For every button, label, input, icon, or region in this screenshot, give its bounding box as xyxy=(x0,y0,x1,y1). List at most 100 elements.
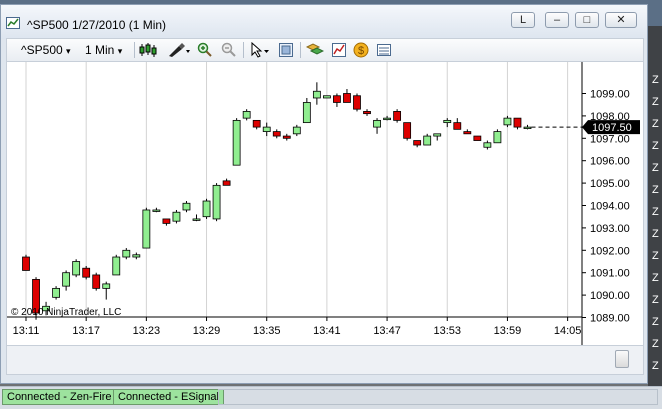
chevron-down-icon: ▾ xyxy=(66,46,71,56)
candle-body xyxy=(423,135,432,146)
candle-body xyxy=(493,131,502,144)
price-chart[interactable]: 13:11 13:17 13:23 13:29 13:35 13:41 13:47 13:53… xyxy=(6,62,644,345)
x-tick-label: 13:17 xyxy=(72,325,100,337)
candle-body xyxy=(22,256,30,271)
edge-letter: Z xyxy=(652,118,659,130)
data-box-icon[interactable] xyxy=(278,42,294,58)
restore-button[interactable]: □ xyxy=(575,12,599,28)
candle-body xyxy=(443,119,452,124)
candle-body xyxy=(182,202,191,211)
edge-letter: Z xyxy=(652,162,659,174)
drawing-tools-icon[interactable] xyxy=(167,42,191,58)
candle-body xyxy=(363,111,371,115)
candle-body xyxy=(232,119,241,166)
pointer-tool-icon[interactable] xyxy=(249,42,271,58)
candle-body xyxy=(433,133,442,137)
candle-body xyxy=(523,126,532,129)
x-tick-label: 13:11 xyxy=(13,325,40,337)
scrollbar-thumb[interactable] xyxy=(615,350,629,368)
candle-body xyxy=(92,274,101,289)
candle-body xyxy=(112,256,121,276)
x-tick-label: 13:23 xyxy=(133,325,161,337)
x-tick-label: 13:29 xyxy=(193,325,221,337)
link-button[interactable]: L xyxy=(511,12,535,28)
toolbar-separator xyxy=(300,42,301,58)
y-tick-label: 1091.00 xyxy=(590,268,630,280)
candle-body xyxy=(353,95,361,110)
edge-letter: Z xyxy=(652,272,659,284)
candle-body xyxy=(52,287,60,298)
x-tick-label: 13:35 xyxy=(253,325,281,337)
minimize-button[interactable]: – xyxy=(545,12,569,28)
instrument-label: ^SP500 xyxy=(21,43,63,57)
candlestick-chart[interactable]: 13:11 13:17 13:23 13:29 13:35 13:41 13:47 13:53… xyxy=(7,62,643,345)
candle-body xyxy=(463,131,472,135)
y-tick-label: 1097.00 xyxy=(590,133,630,145)
candle-body xyxy=(252,119,261,128)
candle-body xyxy=(373,119,381,128)
data-series-icon[interactable] xyxy=(376,42,392,58)
edge-letter: Z xyxy=(652,228,659,240)
candle-body xyxy=(152,209,161,212)
x-tick-label: 13:53 xyxy=(433,325,461,337)
chart-grid xyxy=(25,62,569,317)
x-tick-label: 13:41 xyxy=(313,325,341,337)
properties-icon[interactable] xyxy=(306,42,324,58)
y-tick-label: 1095.00 xyxy=(590,178,630,190)
strategies-icon[interactable]: $ xyxy=(353,42,369,58)
connection-status-esignal[interactable]: Connected - ESignal xyxy=(113,389,224,405)
candle-body xyxy=(453,122,462,130)
title-bar[interactable]: ^SP500 1/27/2010 (1 Min) L – □ ✕ xyxy=(1,5,647,39)
zoom-in-icon[interactable] xyxy=(197,42,213,58)
candle-body xyxy=(242,111,251,119)
chart-toolbar: ^SP500 ▾ 1 Min ▾ $ xyxy=(6,38,644,62)
candle-body xyxy=(62,272,71,287)
edge-letter: Z xyxy=(652,316,659,328)
interval-label: 1 Min xyxy=(85,43,115,57)
candle-body xyxy=(132,254,141,258)
zoom-out-icon[interactable] xyxy=(221,42,237,58)
candle-body xyxy=(202,200,211,218)
horizontal-scrollbar[interactable] xyxy=(6,345,644,375)
close-button[interactable]: ✕ xyxy=(605,12,637,28)
y-tick-label: 1092.00 xyxy=(590,245,630,257)
interval-selector[interactable]: 1 Min ▾ xyxy=(85,42,122,58)
edge-letter: Z xyxy=(652,184,659,196)
instrument-selector[interactable]: ^SP500 ▾ xyxy=(21,42,71,58)
y-tick-label: 1096.00 xyxy=(590,156,630,168)
candlestick-style-icon[interactable] xyxy=(138,42,158,58)
y-tick-label: 1090.00 xyxy=(590,290,630,302)
last-price-label: 1097.50 xyxy=(592,122,632,134)
candle-body xyxy=(122,249,131,258)
edge-letter: Z xyxy=(652,250,659,262)
edge-letter: Z xyxy=(652,360,659,372)
candle-body xyxy=(192,218,201,221)
edge-letter: Z xyxy=(652,338,659,350)
status-panel xyxy=(218,389,658,405)
indicators-icon[interactable] xyxy=(331,42,347,58)
candle-body xyxy=(333,95,341,103)
candle-body xyxy=(72,261,81,276)
candle-body xyxy=(162,218,171,224)
y-tick-label: 1093.00 xyxy=(590,223,630,235)
candle-body xyxy=(513,117,522,128)
candles xyxy=(22,82,582,320)
chart-window: ^SP500 1/27/2010 (1 Min) L – □ ✕ ^SP500 … xyxy=(0,4,648,384)
candle-body xyxy=(393,111,402,121)
chart-window-icon xyxy=(6,17,20,29)
candle-body xyxy=(312,90,321,99)
candle-body xyxy=(82,267,91,278)
candle-body xyxy=(483,142,492,148)
candle-body xyxy=(503,117,512,126)
status-bar: Connected - Zen-Fire Connected - ESignal xyxy=(0,386,662,409)
candle-body xyxy=(292,126,301,135)
candle-body xyxy=(272,131,281,137)
candle-body xyxy=(282,135,291,139)
candle-body xyxy=(222,180,231,186)
candle-body xyxy=(403,122,412,139)
toolbar-separator xyxy=(134,42,135,58)
candle-body xyxy=(322,95,331,99)
connection-status-zenfire[interactable]: Connected - Zen-Fire xyxy=(2,389,117,405)
edge-letter: Z xyxy=(652,294,659,306)
x-tick-label: 13:47 xyxy=(373,325,401,337)
